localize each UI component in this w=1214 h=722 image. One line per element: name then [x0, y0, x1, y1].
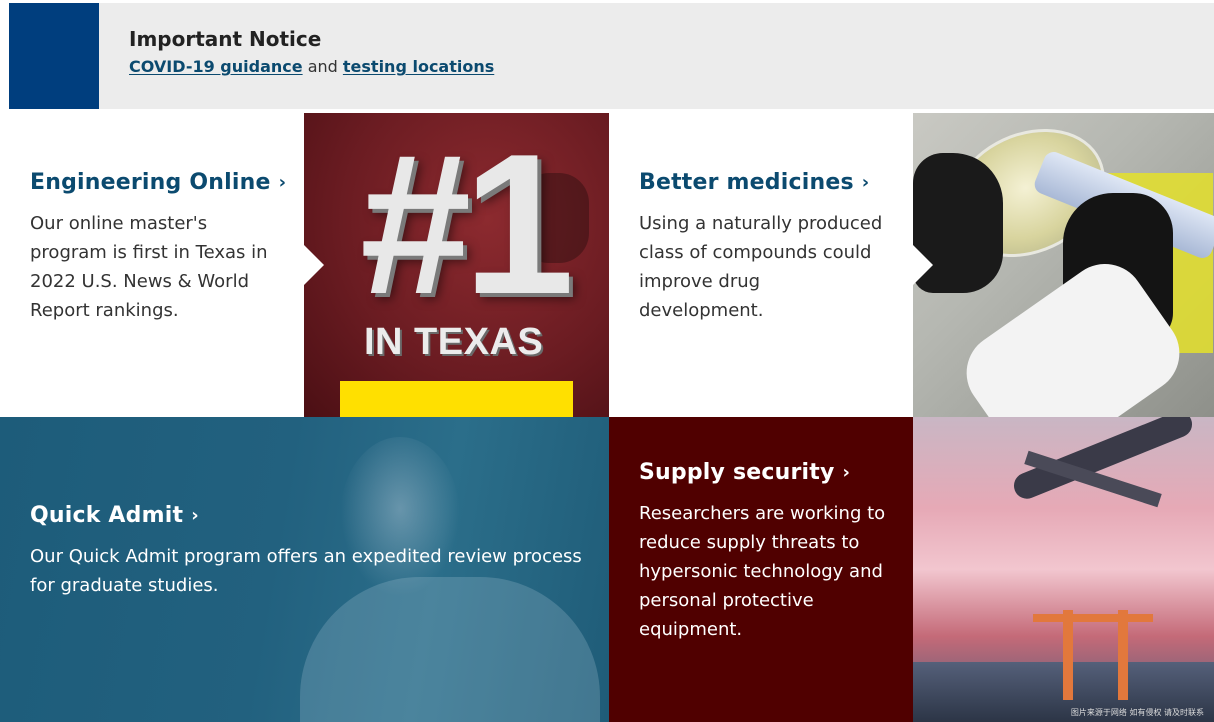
quick-admit-heading: Quick Admit	[30, 503, 184, 528]
cargo-airplane-image-tile[interactable]: 图片来源于网络 如有侵权 请及时联系	[913, 417, 1214, 722]
quick-admit-description: Our Quick Admit program offers an expedi…	[30, 546, 582, 596]
better-medicines-tile[interactable]: Better medicines › Using a naturally prod…	[609, 113, 913, 417]
crane-tower	[1118, 610, 1128, 700]
quick-admit-link[interactable]: Quick Admit ›	[30, 503, 199, 528]
notice-accent-block	[9, 3, 99, 109]
engineering-online-heading: Engineering Online	[30, 170, 271, 195]
testing-locations-link[interactable]: testing locations	[343, 57, 494, 76]
chevron-right-icon: ›	[278, 172, 287, 193]
engineering-online-link[interactable]: Engineering Online ›	[30, 170, 286, 195]
engineering-online-description: Our online master's program is first in …	[30, 213, 268, 321]
crane-tower	[1063, 610, 1073, 700]
supply-security-heading: Supply security	[639, 460, 835, 485]
ranking-badge-tile[interactable]: #1 IN TEXAS	[304, 113, 609, 417]
notch-arrow-icon	[913, 245, 933, 285]
better-medicines-heading: Better medicines	[639, 170, 854, 195]
notch-arrow-icon	[304, 245, 324, 285]
better-medicines-description: Using a naturally produced class of comp…	[639, 213, 883, 321]
important-notice-bar: Important Notice COVID-19 guidance and t…	[9, 3, 1214, 109]
lab-photo-tile[interactable]	[913, 113, 1214, 417]
notice-connector: and	[302, 57, 343, 76]
ranking-caption: IN TEXAS	[364, 321, 544, 363]
notice-links: COVID-19 guidance and testing locations	[129, 57, 494, 76]
supply-security-description: Researchers are working to reduce supply…	[639, 503, 886, 640]
chevron-right-icon: ›	[842, 462, 851, 483]
ranking-number: #1	[360, 113, 574, 336]
better-medicines-link[interactable]: Better medicines ›	[639, 170, 869, 195]
supply-security-link[interactable]: Supply security ›	[639, 460, 850, 485]
quick-admit-tile[interactable]: Quick Admit › Our Quick Admit program off…	[0, 417, 609, 722]
chevron-right-icon: ›	[861, 172, 870, 193]
yellow-bar	[340, 381, 573, 417]
covid-guidance-link[interactable]: COVID-19 guidance	[129, 57, 303, 76]
notice-title: Important Notice	[129, 27, 322, 51]
supply-security-tile[interactable]: Supply security › Researchers are working…	[609, 417, 913, 722]
crane-arm	[1033, 614, 1153, 622]
chevron-right-icon: ›	[191, 505, 199, 526]
image-caption: 图片来源于网络 如有侵权 请及时联系	[1070, 708, 1204, 717]
engineering-online-tile[interactable]: Engineering Online › Our online master's …	[0, 113, 304, 417]
